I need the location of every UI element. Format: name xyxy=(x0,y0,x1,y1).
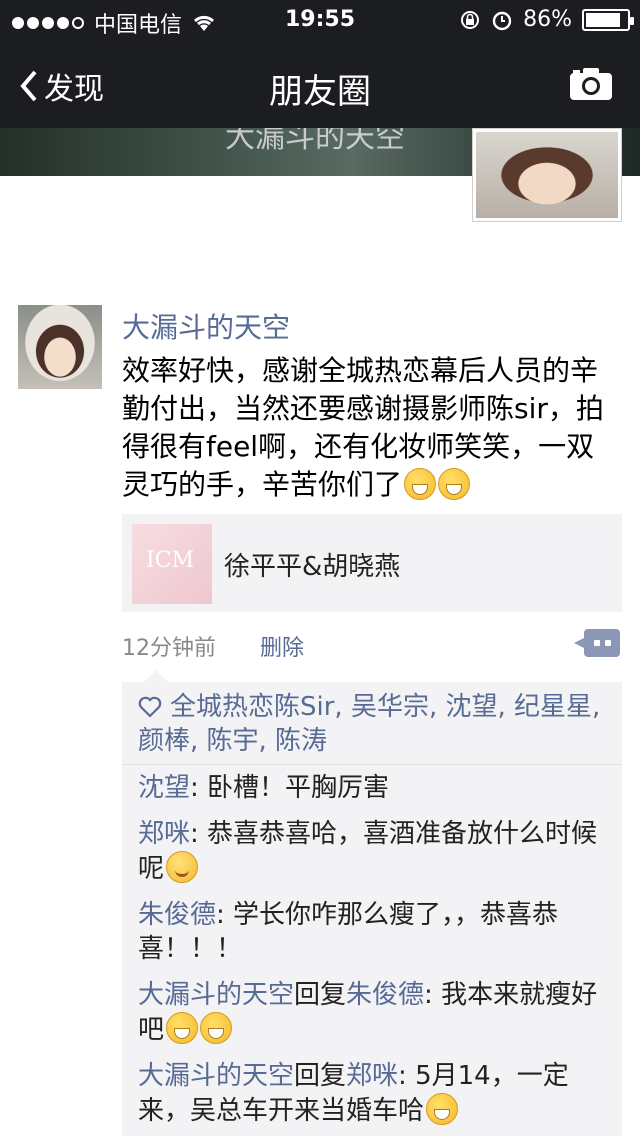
camera-button[interactable] xyxy=(568,66,614,106)
grin-emoji-icon xyxy=(404,468,437,500)
post-author-avatar[interactable] xyxy=(18,305,102,389)
comment-text: : 卧槽！平胸厉害 xyxy=(190,773,390,803)
avatar-image xyxy=(18,305,102,389)
comments-panel: 全城热恋陈Sir, 吴华宗, 沈望, 纪星星, 颜棒, 陈宇, 陈涛 沈望: 卧… xyxy=(122,670,622,1136)
battery-fill xyxy=(586,12,621,27)
smile-emoji-icon xyxy=(166,851,199,883)
post-author-name[interactable]: 大漏斗的天空 xyxy=(122,306,290,346)
battery-icon xyxy=(582,8,634,31)
commenter-name[interactable]: 大漏斗的天空 xyxy=(138,1061,294,1091)
reply-target-name[interactable]: 郑咪 xyxy=(346,1061,398,1091)
cover-owner-name: 大漏斗的天空 xyxy=(225,128,405,155)
delete-button[interactable]: 删除 xyxy=(260,630,304,662)
commenter-name[interactable]: 郑咪 xyxy=(138,819,190,849)
commenter-name[interactable]: 大漏斗的天空 xyxy=(138,980,294,1010)
post-time: 12分钟前 xyxy=(122,636,216,661)
dot-icon xyxy=(594,640,600,646)
grin-emoji-icon xyxy=(426,1093,459,1125)
grin-emoji-icon xyxy=(438,468,471,500)
comment-item[interactable]: 大漏斗的天空回复朱俊德: 我本来就瘦好吧 xyxy=(138,978,608,1047)
shared-link-title: 徐平平&胡晓燕 xyxy=(224,552,401,582)
dot-icon xyxy=(605,640,611,646)
reply-word: 回复 xyxy=(294,1061,347,1091)
post-text-body: 效率好快，感谢全城热恋幕后人员的辛勤付出，当然还要感谢摄影师陈sir，拍得很有f… xyxy=(122,354,604,501)
camera-icon xyxy=(570,68,612,100)
comment-item[interactable]: 朱俊德: 学长你咋那么瘦了，，恭喜恭喜！！！ xyxy=(138,898,608,966)
battery-percent: 86% xyxy=(523,7,572,32)
avatar-image xyxy=(476,132,618,218)
comment-item[interactable]: 大漏斗的天空回复郑咪: 5月14，一定来，吴总车开来当婚车哈 xyxy=(138,1059,608,1128)
comment-list: 沈望: 卧槽！平胸厉害 郑咪: 恭喜恭喜哈，喜酒准备放什么时候呢 朱俊德: 学长… xyxy=(122,765,622,1128)
likes-list: 全城热恋陈Sir, 吴华宗, 沈望, 纪星星, 颜棒, 陈宇, 陈涛 xyxy=(122,682,622,765)
post-text: 效率好快，感谢全城热恋幕后人员的辛勤付出，当然还要感谢摄影师陈sir，拍得很有f… xyxy=(122,352,622,504)
rotation-lock-icon xyxy=(461,10,480,29)
grin-emoji-icon xyxy=(200,1012,233,1044)
profile-avatar[interactable] xyxy=(472,128,622,222)
thumbnail-text: ICM xyxy=(146,548,195,573)
heart-icon xyxy=(138,696,162,718)
reply-word: 回复 xyxy=(294,980,347,1010)
comment-item[interactable]: 沈望: 卧槽！平胸厉害 xyxy=(138,771,608,805)
shared-link-card[interactable]: ICM 徐平平&胡晓燕 xyxy=(122,514,622,612)
commenter-name[interactable]: 朱俊德 xyxy=(138,900,216,930)
commenter-name[interactable]: 沈望 xyxy=(138,773,190,803)
page-title: 朋友圈 xyxy=(269,72,371,112)
top-bar: 中国电信 19:55 86% 发现 朋友圈 xyxy=(0,0,640,128)
alarm-icon xyxy=(492,11,512,30)
comment-more-button[interactable] xyxy=(574,629,620,657)
reply-target-name[interactable]: 朱俊德 xyxy=(346,980,424,1010)
comment-text: : 恭喜恭喜哈，喜酒准备放什么时候呢 xyxy=(138,819,598,884)
comment-item[interactable]: 郑咪: 恭喜恭喜哈，喜酒准备放什么时候呢 xyxy=(138,817,608,886)
shared-link-thumbnail: ICM xyxy=(132,524,212,604)
navigation-bar: 发现 朋友圈 xyxy=(0,40,640,128)
likes-names[interactable]: 全城热恋陈Sir, 吴华宗, 沈望, 纪星星, 颜棒, 陈宇, 陈涛 xyxy=(138,692,600,756)
grin-emoji-icon xyxy=(166,1012,199,1044)
status-bar: 中国电信 19:55 86% xyxy=(0,0,640,40)
